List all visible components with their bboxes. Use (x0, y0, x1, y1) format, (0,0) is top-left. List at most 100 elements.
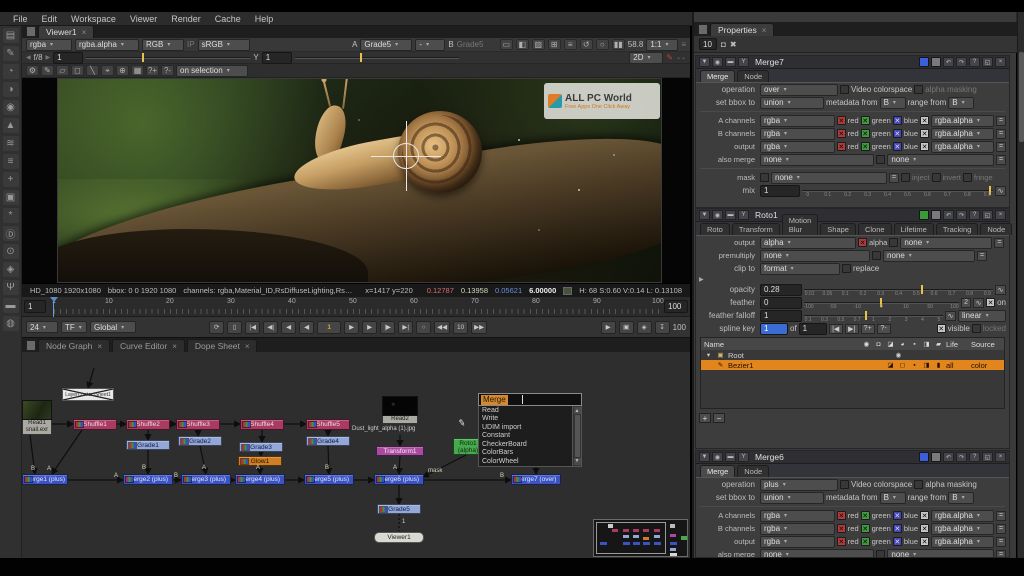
checker-icon[interactable]: ▨ (532, 39, 545, 50)
operation-select[interactable]: plus (760, 479, 838, 491)
merge-icon[interactable]: ≡ (3, 154, 19, 169)
pause-icon[interactable]: ▮▮ (612, 39, 625, 50)
node-tree-icon[interactable]: Y (738, 452, 749, 462)
also-merge-select[interactable]: none (760, 154, 874, 166)
popup-menu-item[interactable]: Constant (479, 432, 572, 441)
gain-prev-icon[interactable]: ◀ (26, 54, 31, 61)
expand-icon[interactable]: ⌄⌄ (676, 54, 686, 61)
falloff-input[interactable]: 1 (760, 310, 802, 322)
pane-menu-icon[interactable] (698, 24, 708, 35)
fill-icon[interactable]: ◻ (898, 361, 907, 369)
collapse-icon[interactable]: ▼ (699, 210, 710, 220)
current-frame-input[interactable]: 1 (317, 321, 341, 334)
color-swatch-icon[interactable]: ▬ (725, 210, 736, 220)
enable-checkbox[interactable] (919, 57, 929, 67)
node-grade4[interactable]: Grade4 (306, 436, 350, 446)
tab-merge[interactable]: Merge (700, 70, 735, 82)
link-button[interactable]: = (996, 550, 1006, 559)
gear-icon[interactable]: ⚙ (26, 65, 39, 76)
filter-icon[interactable]: ≋ (3, 136, 19, 151)
channel-select[interactable]: rgba (760, 128, 835, 140)
deep-icon[interactable]: Ⓓ (3, 226, 19, 241)
help-icon[interactable]: ? (969, 57, 980, 67)
blue-checkbox[interactable]: ✕ (893, 142, 902, 151)
channel-select[interactable]: rgba (760, 536, 835, 548)
blue-checkbox[interactable]: ✕ (893, 129, 902, 138)
goto-start-icon[interactable]: |◀ (245, 321, 260, 334)
prev-key-icon[interactable]: ◀| (263, 321, 278, 334)
node-merge4-plus[interactable]: Merge4 (plus) (235, 474, 285, 485)
falloff-type-select[interactable]: linear (958, 310, 1006, 322)
node-merge7-over[interactable]: Merge7 (over) (511, 474, 561, 485)
eye-icon[interactable]: ◉ (894, 351, 903, 359)
roto-tab[interactable]: Transform (732, 223, 780, 235)
overlay-icon[interactable]: ▮ (934, 361, 943, 369)
node-shuffle1[interactable]: Shuffle1 (73, 419, 117, 430)
undo-icon[interactable]: ↶ (943, 210, 954, 220)
zoom-select[interactable]: 1:1 (646, 39, 678, 51)
node-shuffle2[interactable]: Shuffle2 (126, 419, 170, 430)
alpha-channel-select[interactable]: rgba.alpha (931, 115, 994, 127)
node-grade2[interactable]: Grade2 (178, 436, 222, 446)
dock-tab[interactable]: Curve Editor × (112, 339, 185, 352)
play-back-icon[interactable]: ◀ (299, 321, 314, 334)
feather-input[interactable]: 0 (760, 297, 802, 309)
gain-next-icon[interactable]: ▶ (46, 54, 51, 61)
also-merge-checkbox[interactable] (876, 550, 885, 558)
alpha-checkbox[interactable]: ✕ (920, 116, 929, 125)
undo-icon[interactable]: ↶ (943, 57, 954, 67)
lut-select[interactable]: sRGB (198, 39, 250, 51)
locked-checkbox[interactable] (972, 324, 981, 333)
alpha-checkbox[interactable]: ✕ (858, 238, 867, 247)
render-icon[interactable]: ↧ (655, 321, 670, 334)
3d-icon[interactable]: ▣ (3, 190, 19, 205)
blue-checkbox[interactable]: ✕ (893, 524, 902, 533)
close-icon[interactable]: × (762, 26, 767, 35)
close-panel-icon[interactable]: × (995, 210, 1006, 220)
stop-icon[interactable]: ○ (416, 321, 431, 334)
node-viewer1[interactable]: Viewer1 (374, 532, 424, 543)
skip-back-button[interactable]: ◀◀ (434, 321, 450, 334)
wipe-icon[interactable]: ▭ (500, 39, 513, 50)
channel-select[interactable]: rgba (760, 510, 835, 522)
draw-icon[interactable]: ✎ (3, 46, 19, 61)
image-icon[interactable]: ▤ (3, 28, 19, 43)
first-key-icon[interactable]: |◀ (829, 324, 843, 334)
link-button[interactable]: = (996, 511, 1006, 521)
popup-menu-item[interactable]: Write (479, 415, 572, 424)
viewer-image-area[interactable]: ALL PC World Free Apps One Click Away (22, 78, 690, 283)
del-key-icon[interactable]: ?- (877, 324, 891, 334)
gain-input[interactable]: 1 (53, 52, 83, 64)
link-button[interactable]: = (996, 129, 1006, 139)
link-button[interactable]: = (996, 142, 1006, 152)
float-panel-icon[interactable]: ◱ (982, 452, 993, 462)
roi-icon[interactable]: ○ (596, 39, 609, 50)
shape-row-bezier1[interactable]: ✎ Bezier1 ◪ ◻ ▪ ◨ ▮ all color (701, 360, 1004, 370)
alpha-checkbox[interactable]: ✕ (920, 129, 929, 138)
bounce-icon[interactable]: ▯ (227, 321, 242, 334)
red-checkbox[interactable]: ✕ (837, 116, 846, 125)
fps-select[interactable]: 24 (26, 321, 58, 333)
loop-icon[interactable]: ⟳ (209, 321, 224, 334)
mask-select[interactable]: none (771, 172, 887, 184)
float-panel-icon[interactable]: ◱ (982, 57, 993, 67)
wipe-mode-select[interactable]: - (415, 39, 445, 51)
node-merge5-plus[interactable]: Merge5 (plus) (304, 474, 354, 485)
alpha-layer-select[interactable]: rgba.alpha (75, 39, 139, 51)
menu-item[interactable]: Workspace (64, 14, 123, 24)
node-transform1[interactable]: Transform1 (376, 446, 424, 456)
stack-icon[interactable]: ≡ (564, 39, 577, 50)
lock-panels-icon[interactable]: ◘ (721, 40, 726, 49)
node-tree-icon[interactable]: Y (738, 210, 749, 220)
pane-menu-icon[interactable] (26, 26, 36, 37)
close-icon[interactable]: × (82, 28, 87, 37)
display-channel-select[interactable]: RGB (142, 39, 184, 51)
close-panel-icon[interactable]: × (995, 452, 1006, 462)
next-key-icon[interactable]: |▶ (380, 321, 395, 334)
replace-checkbox[interactable] (842, 264, 851, 273)
green-checkbox[interactable]: ✕ (861, 142, 870, 151)
close-icon[interactable]: × (172, 342, 177, 351)
video-colorspace-checkbox[interactable] (840, 85, 849, 94)
menu-item[interactable]: Edit (35, 14, 65, 24)
mask-checkbox[interactable] (889, 238, 898, 247)
